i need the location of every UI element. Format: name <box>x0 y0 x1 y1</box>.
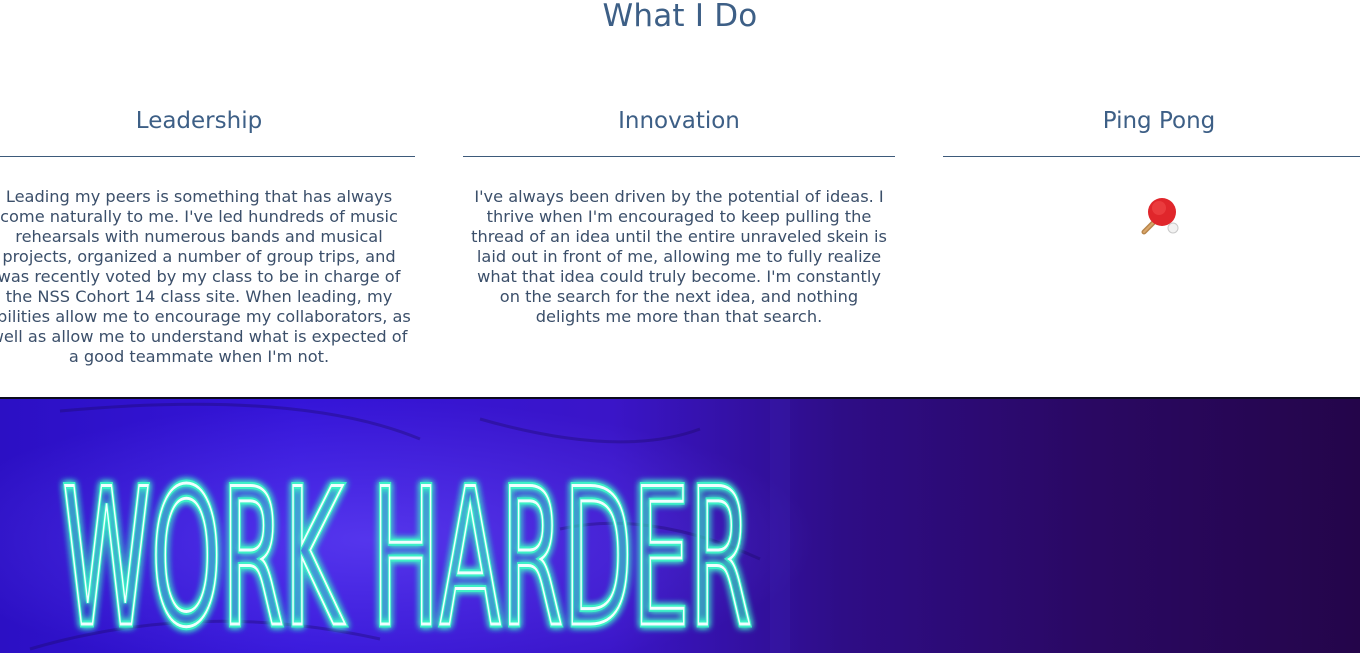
column-innovation: Innovation I've always been driven by th… <box>463 100 895 327</box>
work-harder-neon-banner: WORK HARDER WORK HARDER <box>0 397 1360 653</box>
column-ping-pong: Ping Pong <box>943 100 1360 240</box>
column-heading: Ping Pong <box>943 100 1360 157</box>
column-heading: Innovation <box>463 100 895 157</box>
column-body: I've always been driven by the potential… <box>471 187 887 326</box>
column-heading: Leadership <box>0 100 415 157</box>
neon-sign: WORK HARDER WORK HARDER <box>29 399 790 653</box>
column-leadership: Leadership Leading my peers is something… <box>0 100 415 367</box>
section-title: What I Do <box>602 0 758 34</box>
neon-sign-text-core: WORK HARDER <box>62 448 752 653</box>
ping-pong-paddle-icon <box>1141 198 1179 235</box>
column-body: Leading my peers is something that has a… <box>0 187 411 366</box>
